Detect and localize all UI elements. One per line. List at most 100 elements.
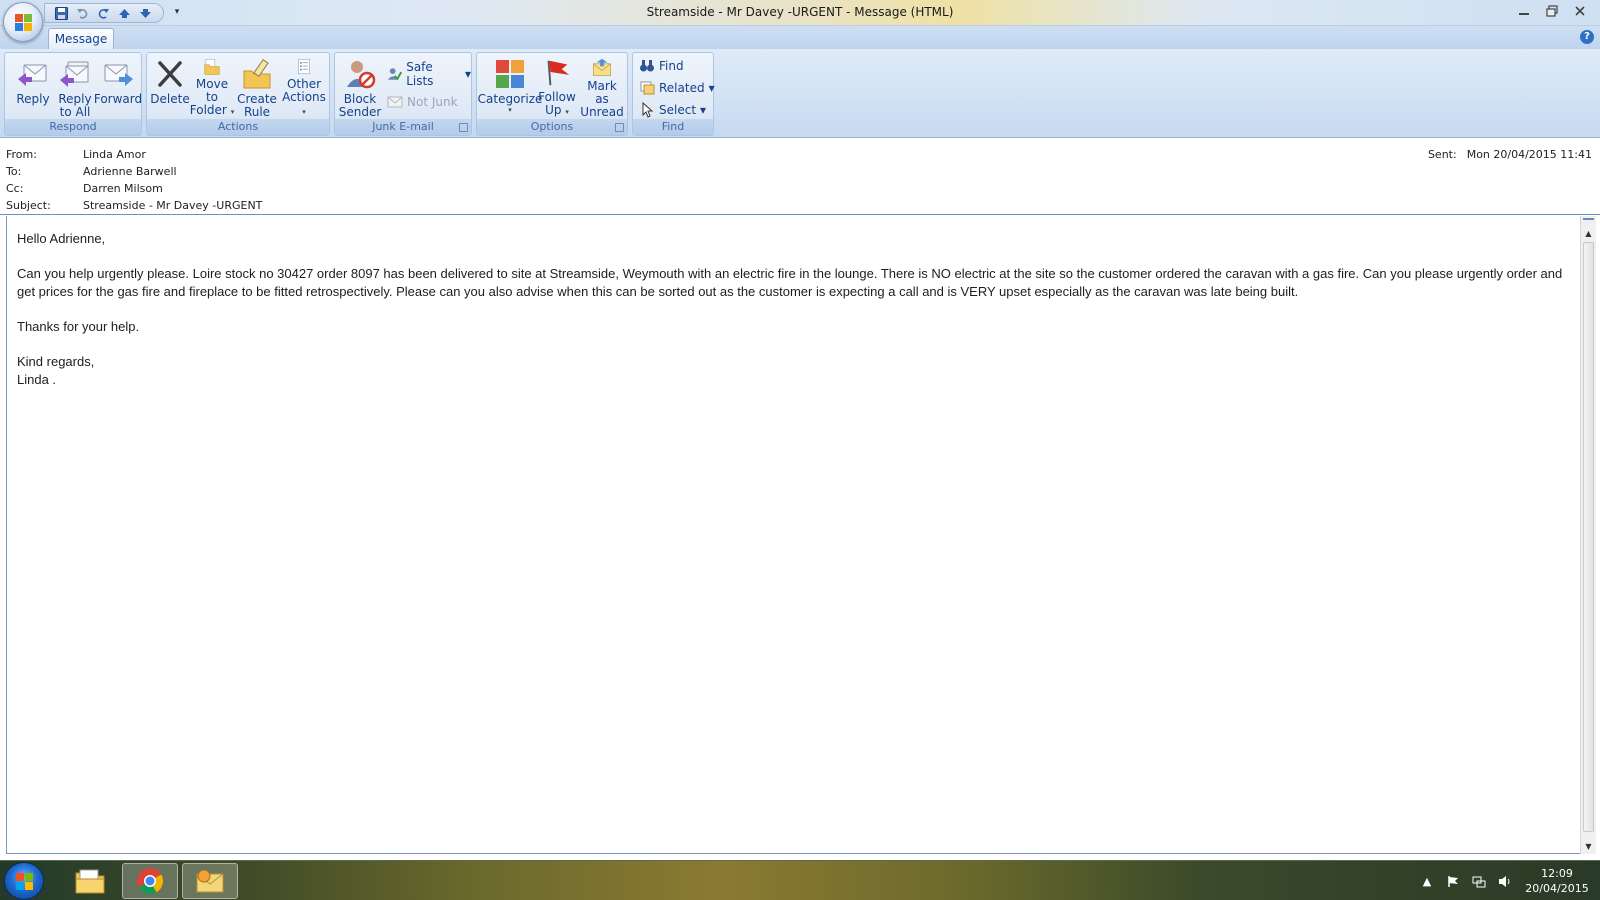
create-rule-button[interactable]: Create Rule [235, 55, 279, 119]
show-hidden-icons-icon[interactable]: ▲ [1420, 874, 1434, 888]
not-junk-icon [387, 96, 403, 108]
other-actions-button[interactable]: Other Actions ▾ [281, 55, 327, 119]
follow-up-button[interactable]: Follow Up ▾ [537, 55, 577, 119]
sent-label: Sent: [1427, 148, 1457, 161]
cursor-icon [642, 102, 654, 118]
move-to-folder-button[interactable]: Move to Folder ▾ [189, 55, 235, 119]
select-dropdown-icon: ▾ [700, 103, 707, 117]
start-button[interactable] [4, 862, 44, 900]
to-label: To: [6, 165, 22, 178]
delete-button[interactable]: Delete [149, 55, 191, 119]
move-to-folder-icon [204, 58, 220, 75]
from-value[interactable]: Linda Amor [83, 148, 146, 164]
minimize-button[interactable] [1512, 2, 1536, 19]
title-bar: ▾ Streamside - Mr Davey -URGENT - Messag… [0, 0, 1600, 26]
cc-label: Cc: [6, 182, 24, 195]
forward-button[interactable]: Forward [93, 55, 143, 119]
group-find: Find Related ▾ Select ▾ Find [632, 52, 715, 136]
cc-value[interactable]: Darren Milsom [83, 182, 163, 198]
binoculars-icon [640, 60, 654, 72]
clock-date: 20/04/2015 [1525, 882, 1589, 895]
to-value[interactable]: Adrienne Barwell [83, 165, 177, 181]
outlook-icon [196, 869, 224, 893]
other-actions-icon [298, 58, 310, 75]
window-title: Streamside - Mr Davey -URGENT - Message … [646, 5, 954, 19]
ribbon-tab-row: Message ? [0, 26, 1600, 49]
categorize-icon [496, 60, 524, 88]
header-sent: Sent: Mon 20/04/2015 11:41 [1428, 148, 1592, 161]
delete-icon [158, 61, 182, 87]
restore-button[interactable] [1540, 2, 1564, 19]
scroll-up-arrow-icon[interactable]: ▲ [1581, 226, 1596, 241]
reply-button[interactable]: Reply [11, 55, 55, 119]
not-junk-button[interactable]: Not Junk [387, 92, 458, 112]
safe-lists-icon [387, 68, 403, 81]
message-body[interactable]: Hello Adrienne, Can you help urgently pl… [6, 216, 1580, 854]
taskbar-clock[interactable]: 12:09 20/04/2015 [1524, 866, 1590, 896]
categorize-dropdown-icon: ▾ [508, 106, 512, 114]
system-tray: ▲ 12:09 20/04/2015 [1420, 861, 1590, 900]
volume-icon[interactable] [1498, 874, 1512, 888]
select-button[interactable]: Select ▾ [639, 100, 706, 120]
folder-icon [75, 869, 105, 894]
scroll-thumb[interactable] [1583, 242, 1594, 832]
group-label-actions: Actions [147, 119, 329, 135]
categorize-button[interactable]: Categorize ▾ [478, 55, 542, 119]
body-signature: Linda . [17, 372, 57, 387]
scroll-down-arrow-icon[interactable]: ▼ [1581, 839, 1596, 854]
group-actions: Delete Move to Folder ▾ Create Rule Othe… [146, 52, 330, 136]
taskbar: ▲ 12:09 20/04/2015 [0, 860, 1600, 900]
action-center-flag-icon[interactable] [1446, 874, 1460, 888]
group-label-respond: Respond [5, 119, 141, 135]
group-junk-email: Block Sender Safe Lists ▾ Not Junk Junk E… [334, 52, 472, 136]
help-icon[interactable]: ? [1580, 30, 1594, 44]
from-label: From: [6, 148, 37, 161]
header-subject-row: Subject: Streamside - Mr Davey -URGENT [6, 199, 262, 215]
follow-up-flag-icon [547, 60, 570, 86]
mark-as-unread-icon [593, 58, 611, 76]
clock-time: 12:09 [1541, 867, 1573, 880]
body-greeting: Hello Adrienne, [17, 231, 106, 246]
message-header: From: Linda Amor To: Adrienne Barwell Cc… [0, 139, 1600, 215]
reply-all-button[interactable]: Reply to All [53, 55, 97, 119]
forward-icon [104, 64, 133, 86]
vertical-scrollbar[interactable]: ▲ ▼ [1580, 216, 1596, 854]
sent-value: Mon 20/04/2015 11:41 [1466, 148, 1592, 161]
header-from-row: From: Linda Amor [6, 148, 146, 164]
safe-lists-button[interactable]: Safe Lists ▾ [387, 60, 471, 88]
tab-message[interactable]: Message [48, 28, 114, 49]
related-button[interactable]: Related ▾ [639, 78, 715, 98]
mark-as-unread-button[interactable]: Mark as Unread [579, 55, 625, 119]
group-options: Categorize ▾ Follow Up ▾ Mark as Unread … [476, 52, 628, 136]
safe-lists-dropdown-icon: ▾ [464, 67, 471, 81]
header-to-row: To: Adrienne Barwell [6, 165, 177, 181]
close-button[interactable] [1568, 2, 1592, 19]
taskbar-chrome[interactable] [122, 863, 178, 899]
group-label-options: Options [477, 119, 627, 135]
chrome-icon [137, 868, 164, 895]
office-logo-icon [15, 14, 33, 32]
taskbar-outlook[interactable] [182, 863, 238, 899]
related-dropdown-icon: ▾ [708, 81, 715, 95]
windows-logo-icon [16, 873, 34, 891]
block-sender-icon [347, 61, 376, 89]
subject-label: Subject: [6, 199, 51, 212]
related-icon [640, 81, 655, 95]
network-icon[interactable] [1472, 874, 1486, 888]
body-thanks: Thanks for your help. [17, 319, 140, 334]
group-label-find: Find [633, 119, 713, 135]
block-sender-button[interactable]: Block Sender [339, 55, 381, 119]
office-button[interactable] [3, 2, 43, 42]
reply-icon [18, 64, 47, 86]
reply-all-icon [60, 61, 89, 87]
group-label-junk-email: Junk E-mail [335, 119, 471, 135]
create-rule-icon [243, 59, 271, 89]
find-button[interactable]: Find [639, 56, 684, 76]
taskbar-explorer[interactable] [62, 863, 118, 899]
options-launcher-icon[interactable] [615, 123, 624, 132]
body-closing: Kind regards, [17, 354, 95, 369]
junk-options-launcher-icon[interactable] [459, 123, 468, 132]
group-respond: Reply Reply to All Forward Respond [4, 52, 142, 136]
split-handle[interactable] [1583, 218, 1594, 222]
ribbon: Reply Reply to All Forward Respond Delet… [0, 49, 1600, 138]
